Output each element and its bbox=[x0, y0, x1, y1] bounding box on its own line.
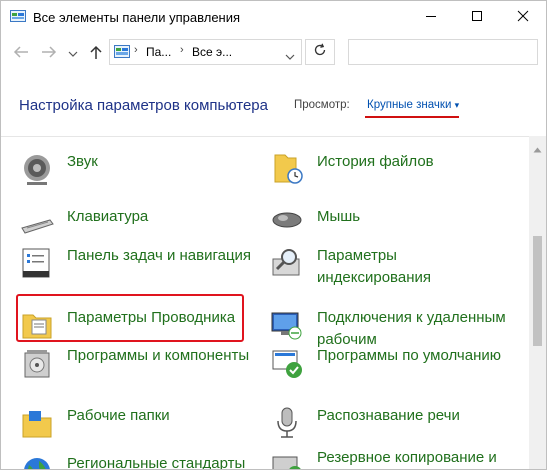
file-history-icon bbox=[269, 151, 305, 187]
item-label: Региональные стандарты bbox=[67, 455, 246, 470]
close-button[interactable] bbox=[500, 1, 546, 35]
microphone-icon bbox=[269, 405, 305, 441]
chevron-down-icon: ▾ bbox=[454, 100, 460, 110]
item-label: Клавиатура bbox=[67, 208, 149, 225]
arrow-right-icon bbox=[41, 45, 57, 64]
default-programs-icon bbox=[269, 345, 305, 381]
arrow-up-icon bbox=[89, 44, 103, 65]
items-list: Звук Клавиатура Панель задач и навигация… bbox=[1, 136, 529, 470]
remote-desktop-icon bbox=[269, 307, 305, 343]
work-folders-icon bbox=[19, 405, 55, 441]
window-title: Все элементы панели управления bbox=[33, 10, 241, 25]
taskbar-icon bbox=[19, 245, 55, 281]
item-label: Программы по умолчанию bbox=[317, 347, 501, 364]
scroll-up-icon[interactable] bbox=[533, 140, 542, 158]
view-by-value: Крупные значки bbox=[367, 99, 452, 111]
folder-options-icon bbox=[19, 307, 55, 343]
recent-locations-button[interactable] bbox=[62, 44, 84, 64]
control-panel-icon bbox=[114, 45, 130, 59]
keyboard-icon bbox=[19, 206, 55, 242]
item-label: Звук bbox=[67, 153, 98, 170]
chevron-down-icon bbox=[68, 45, 78, 63]
item-label: Программы и компоненты bbox=[67, 347, 250, 364]
item-label: Рабочие папки bbox=[67, 407, 170, 424]
address-bar[interactable]: › Па... › Все э... bbox=[109, 39, 302, 65]
item-label: Параметры индексирования bbox=[317, 247, 431, 286]
item-label: Параметры Проводника bbox=[67, 309, 236, 326]
view-by-highlight-underline bbox=[365, 116, 459, 118]
control-panel-window: Все элементы панели управления › Па... ›… bbox=[0, 0, 547, 470]
address-dropdown-icon[interactable] bbox=[285, 48, 295, 66]
refresh-button[interactable] bbox=[305, 39, 335, 65]
item-label: Мышь bbox=[317, 208, 361, 225]
minimize-icon bbox=[425, 9, 437, 27]
control-panel-app-icon bbox=[10, 10, 26, 23]
back-button[interactable] bbox=[10, 44, 32, 64]
globe-icon bbox=[19, 453, 55, 469]
item-label: Распознавание речи bbox=[317, 407, 460, 424]
up-button[interactable] bbox=[85, 44, 107, 64]
breadcrumb-item[interactable]: Все э... bbox=[192, 45, 232, 59]
maximize-button[interactable] bbox=[454, 1, 500, 35]
item-label: Резервное копирование и bbox=[317, 449, 497, 466]
programs-icon bbox=[19, 345, 55, 381]
speaker-icon bbox=[19, 151, 55, 187]
forward-button[interactable] bbox=[38, 44, 60, 64]
minimize-button[interactable] bbox=[408, 1, 454, 35]
maximize-icon bbox=[471, 9, 483, 27]
breadcrumb-separator-icon: › bbox=[134, 44, 138, 56]
backup-icon bbox=[269, 447, 305, 469]
title-bar[interactable]: Все элементы панели управления bbox=[1, 1, 546, 35]
vertical-scrollbar[interactable] bbox=[529, 136, 546, 469]
view-by-label: Просмотр: bbox=[294, 99, 350, 111]
item-label: История файлов bbox=[317, 153, 434, 170]
scrollbar-thumb[interactable] bbox=[533, 236, 542, 346]
indexing-icon bbox=[269, 245, 305, 281]
item-label: Панель задач и навигация bbox=[67, 247, 252, 264]
page-title: Настройка параметров компьютера bbox=[19, 97, 268, 114]
arrow-left-icon bbox=[13, 45, 29, 64]
search-input[interactable] bbox=[348, 39, 538, 65]
close-icon bbox=[517, 9, 529, 27]
breadcrumb-item[interactable]: Па... bbox=[146, 45, 171, 59]
refresh-icon bbox=[313, 43, 327, 62]
breadcrumb-separator-icon: › bbox=[180, 44, 184, 56]
mouse-icon bbox=[269, 206, 305, 242]
view-by-dropdown[interactable]: Крупные значки ▾ bbox=[367, 99, 459, 111]
